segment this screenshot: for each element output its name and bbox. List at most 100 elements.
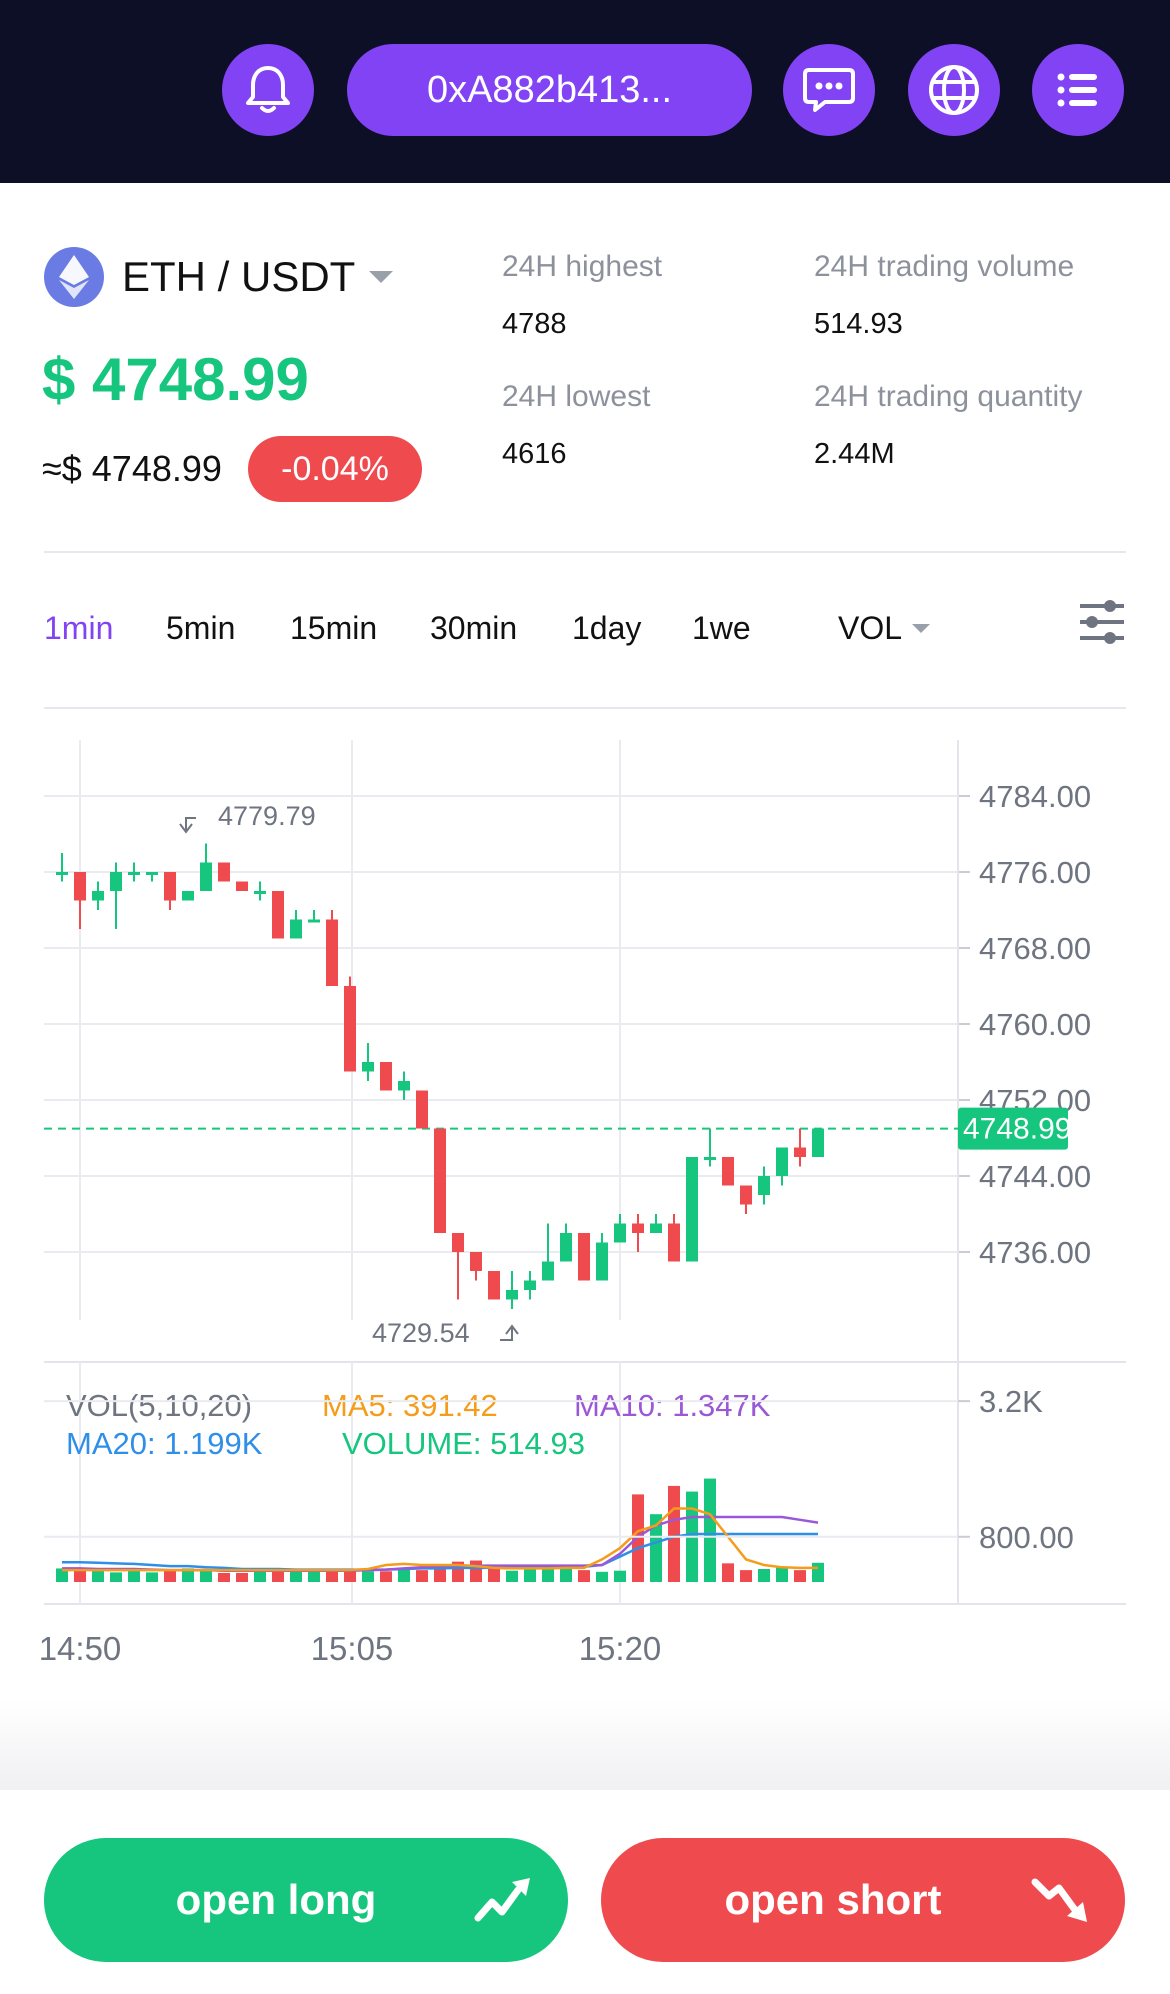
volume-bar bbox=[668, 1485, 680, 1582]
candle bbox=[686, 1157, 698, 1262]
current-price: $ 4748.99 bbox=[42, 346, 309, 413]
approx-price: ≈$ 4748.99 bbox=[42, 448, 222, 489]
candle bbox=[272, 891, 284, 939]
globe-icon bbox=[929, 65, 979, 115]
eth-logo-icon bbox=[44, 247, 104, 307]
candle bbox=[434, 1128, 446, 1233]
footer-fade bbox=[0, 1700, 1170, 1790]
tab-1day[interactable]: 1day bbox=[572, 610, 641, 647]
candle bbox=[596, 1242, 608, 1281]
candle bbox=[416, 1090, 428, 1129]
candle bbox=[326, 919, 338, 986]
notification-button[interactable] bbox=[222, 44, 314, 136]
vol-legend-ma5: MA5: 391.42 bbox=[322, 1388, 498, 1423]
candle bbox=[254, 891, 266, 894]
volume-axis-label: 3.2K bbox=[979, 1384, 1043, 1419]
trend-up-icon bbox=[474, 1878, 530, 1922]
chart-settings-button[interactable] bbox=[1078, 598, 1126, 651]
open-short-button[interactable]: open short bbox=[601, 1838, 1125, 1962]
stat-quantity-value: 2.44M bbox=[814, 438, 895, 470]
volume-bar bbox=[326, 1571, 338, 1582]
high-marker-arrow bbox=[179, 817, 196, 834]
volume-bar bbox=[362, 1571, 374, 1582]
volume-bar bbox=[812, 1562, 824, 1582]
candle bbox=[632, 1223, 644, 1233]
candle bbox=[794, 1147, 806, 1157]
candle bbox=[488, 1271, 500, 1300]
candle bbox=[812, 1128, 824, 1157]
open-long-label: open long bbox=[175, 1876, 377, 1923]
price-axis-label: 4776.00 bbox=[979, 855, 1091, 890]
vol-legend-volume: VOLUME: 514.93 bbox=[342, 1426, 585, 1461]
tab-30min[interactable]: 30min bbox=[430, 610, 517, 647]
menu-button[interactable] bbox=[1032, 44, 1124, 136]
current-price-tag: 4748.99 bbox=[958, 1107, 1071, 1150]
tab-1week[interactable]: 1we bbox=[692, 610, 762, 647]
candle bbox=[776, 1147, 788, 1176]
wallet-address-button[interactable]: 0xA882b413... bbox=[347, 44, 752, 136]
candle bbox=[344, 986, 356, 1072]
open-long-button[interactable]: open long bbox=[44, 1838, 568, 1962]
candle bbox=[164, 872, 176, 901]
tab-15min[interactable]: 15min bbox=[290, 610, 377, 647]
volume-bar bbox=[308, 1571, 320, 1582]
volume-bar bbox=[236, 1572, 248, 1582]
price-axis-label: 4736.00 bbox=[979, 1235, 1091, 1270]
candle bbox=[182, 891, 194, 901]
candle bbox=[650, 1223, 662, 1233]
volume-bar bbox=[146, 1572, 158, 1582]
volume-bar bbox=[128, 1570, 140, 1582]
open-short-label: open short bbox=[724, 1876, 942, 1923]
volume-bar bbox=[524, 1568, 536, 1582]
indicator-selector[interactable]: VOL bbox=[838, 610, 931, 647]
time-axis-label: 14:50 bbox=[39, 1630, 122, 1667]
current-price-tag-text: 4748.99 bbox=[963, 1113, 1071, 1146]
candle bbox=[362, 1062, 374, 1072]
volume-bar bbox=[794, 1570, 806, 1582]
candle bbox=[506, 1290, 518, 1300]
candle bbox=[560, 1233, 572, 1262]
candle bbox=[542, 1261, 554, 1281]
chat-button[interactable] bbox=[783, 44, 875, 136]
volume-bar bbox=[218, 1572, 230, 1582]
candle bbox=[200, 862, 212, 891]
top-bar: 0xA882b413... bbox=[0, 0, 1170, 183]
stat-quantity-label: 24H trading quantity bbox=[814, 380, 1083, 413]
price-axis-label: 4784.00 bbox=[979, 779, 1091, 814]
settings-sliders-icon bbox=[1080, 600, 1124, 644]
candle bbox=[704, 1157, 716, 1160]
price-chart[interactable]: 4784.004776.004768.004760.004752.004744.… bbox=[0, 740, 1170, 1680]
low-price-marker: 4729.54 bbox=[372, 1318, 470, 1348]
language-button[interactable] bbox=[908, 44, 1000, 136]
candle bbox=[56, 872, 68, 875]
volume-bar bbox=[344, 1571, 356, 1582]
candle bbox=[110, 872, 122, 891]
candle bbox=[452, 1233, 464, 1252]
volume-bar bbox=[416, 1570, 428, 1582]
low-marker-arrow bbox=[500, 1324, 519, 1341]
vol-legend-ma10: MA10: 1.347K bbox=[574, 1388, 771, 1423]
chevron-down-icon bbox=[912, 624, 931, 633]
volume-bar bbox=[758, 1569, 770, 1582]
trend-down-icon bbox=[1031, 1878, 1087, 1922]
volume-legend: VOL(5,10,20) MA5: 391.42 MA10: 1.347K MA… bbox=[66, 1388, 771, 1461]
volume-bar bbox=[722, 1563, 734, 1582]
volume-bar bbox=[164, 1570, 176, 1582]
candle bbox=[470, 1252, 482, 1271]
vol-legend-title: VOL(5,10,20) bbox=[66, 1388, 252, 1423]
candle bbox=[740, 1185, 752, 1205]
pair-selector[interactable]: ETH / USDT bbox=[44, 247, 394, 307]
volume-bar bbox=[272, 1570, 284, 1582]
candle bbox=[146, 872, 158, 875]
volume-bar bbox=[776, 1567, 788, 1582]
candle bbox=[578, 1233, 590, 1281]
candle bbox=[758, 1176, 770, 1195]
volume-bar bbox=[470, 1560, 482, 1582]
stat-high-value: 4788 bbox=[502, 308, 567, 340]
tab-5min[interactable]: 5min bbox=[166, 610, 235, 647]
tab-1min[interactable]: 1min bbox=[44, 610, 113, 647]
time-axis-label: 15:05 bbox=[311, 1630, 394, 1667]
volume-bar bbox=[506, 1570, 518, 1582]
candle bbox=[398, 1081, 410, 1091]
vol-legend-ma20: MA20: 1.199K bbox=[66, 1426, 263, 1461]
